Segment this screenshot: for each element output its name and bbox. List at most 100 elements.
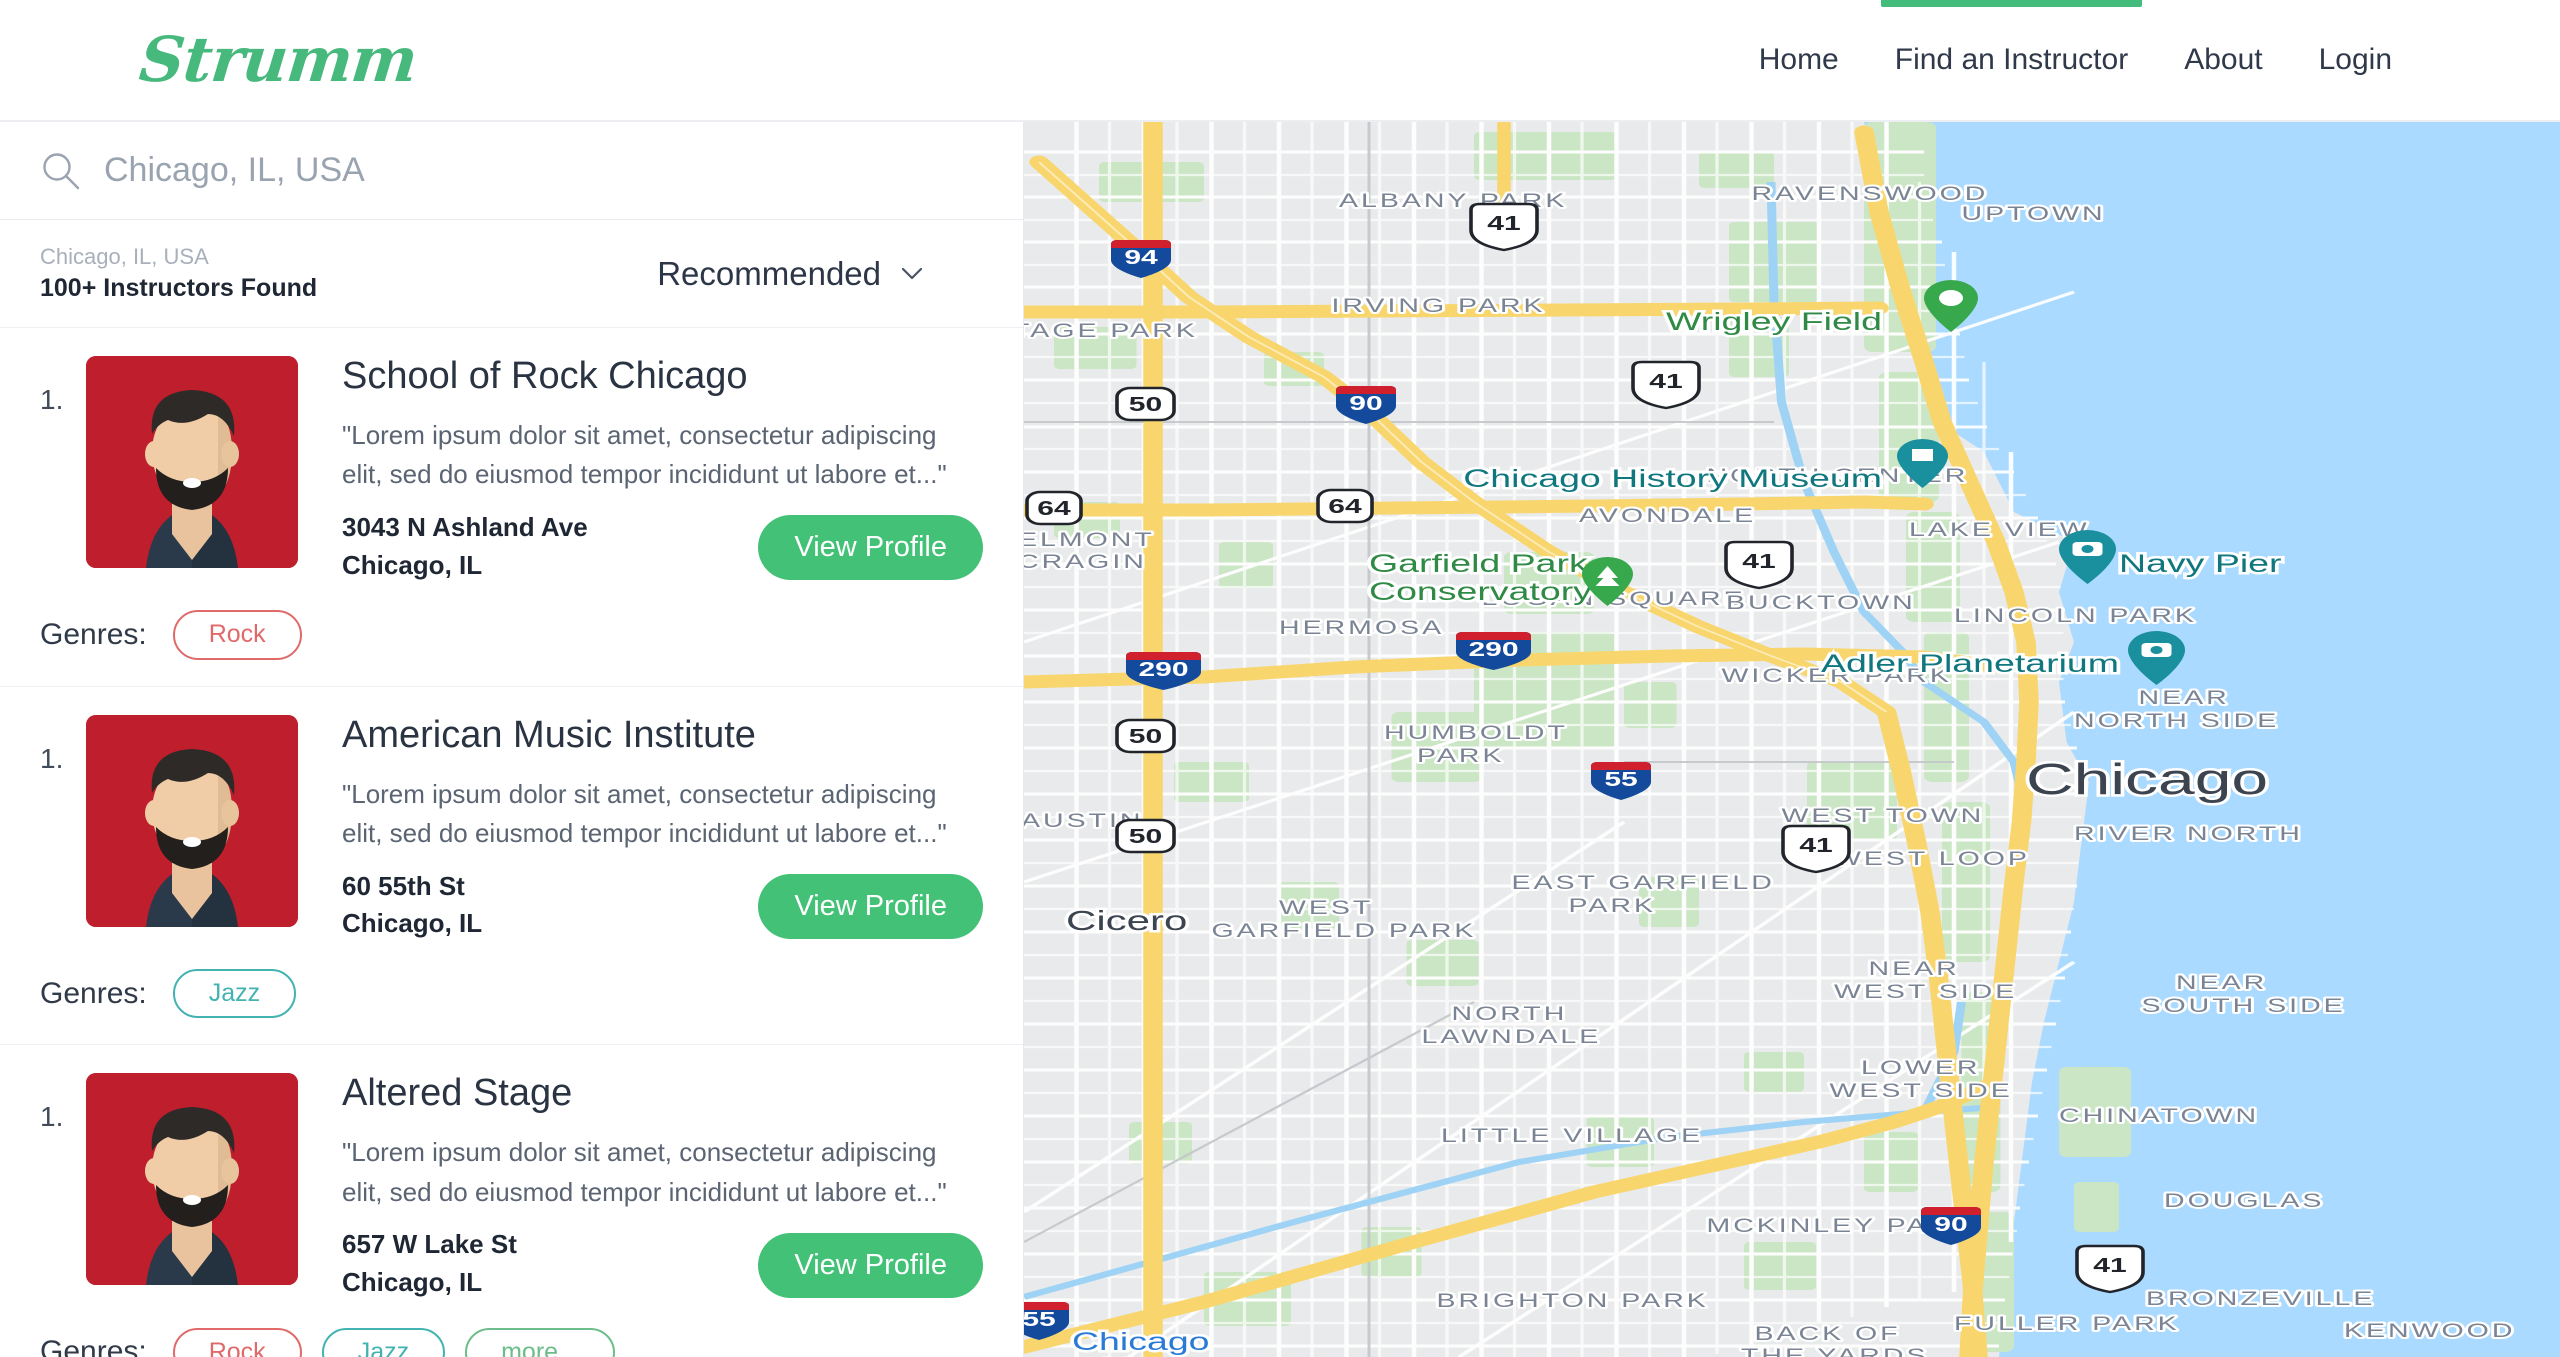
instructor-quote: "Lorem ipsum dolor sit amet, consectetur… xyxy=(342,778,947,849)
card-main: 1. xyxy=(0,714,1023,943)
map-poi-chicago-midway[interactable]: Chicago Midway xyxy=(1069,1324,1213,1357)
shield-il64-b: 64 xyxy=(1316,488,1374,524)
svg-text:WEST SIDE: WEST SIDE xyxy=(1830,1081,2013,1102)
instructor-result-card[interactable]: 1. xyxy=(0,1045,1023,1357)
result-rank: 1. xyxy=(40,384,64,415)
svg-text:Adler Planetarium: Adler Planetarium xyxy=(1821,649,2119,677)
genre-tag[interactable]: Jazz xyxy=(172,968,297,1019)
svg-text:Garfield Park: Garfield Park xyxy=(1369,549,1588,577)
svg-text:41: 41 xyxy=(2093,1255,2126,1277)
svg-text:41: 41 xyxy=(1487,213,1520,235)
svg-text:PARK: PARK xyxy=(1417,746,1504,767)
svg-text:SOUTH SIDE: SOUTH SIDE xyxy=(2142,996,2346,1017)
location-search-bar[interactable] xyxy=(0,122,1023,220)
svg-text:LINCOLN PARK: LINCOLN PARK xyxy=(1954,606,2197,627)
instructor-quote: "Lorem ipsum dolor sit amet, consectetur… xyxy=(342,419,947,490)
svg-text:50: 50 xyxy=(1129,726,1162,748)
svg-text:55: 55 xyxy=(1024,1309,1056,1331)
svg-text:50: 50 xyxy=(1129,826,1162,848)
svg-text:Cicero: Cicero xyxy=(1066,905,1187,936)
search-icon xyxy=(40,150,82,192)
instructor-name[interactable]: American Music Institute xyxy=(342,714,973,757)
svg-text:BRIGHTON PARK: BRIGHTON PARK xyxy=(1437,1291,1709,1312)
svg-text:WEST SIDE: WEST SIDE xyxy=(1834,982,2017,1003)
result-rank: 1. xyxy=(40,742,64,774)
svg-text:LOWER: LOWER xyxy=(1861,1058,1981,1079)
view-profile-button[interactable]: View Profile xyxy=(758,873,983,939)
app-root: Strumm Home Find an Instructor About Log… xyxy=(0,0,2560,1357)
shield-us41-c: 41 xyxy=(1724,540,1794,590)
svg-text:41: 41 xyxy=(1799,835,1832,857)
svg-text:NORTH SIDE: NORTH SIDE xyxy=(2074,711,2279,732)
results-summary-bar: Chicago, IL, USA 100+ Instructors Found … xyxy=(0,220,1023,328)
genres-label: Genres: xyxy=(40,976,147,1010)
genre-tag[interactable]: Jazz xyxy=(321,1327,446,1357)
svg-text:HUMBOLDT: HUMBOLDT xyxy=(1384,723,1568,744)
svg-text:NEAR: NEAR xyxy=(2139,688,2230,709)
instructor-name[interactable]: Altered Stage xyxy=(342,1073,973,1115)
svg-text:LAWNDALE: LAWNDALE xyxy=(1422,1027,1602,1048)
nav-item-login[interactable]: Login xyxy=(2291,0,2420,121)
instructor-name[interactable]: School of Rock Chicago xyxy=(342,355,973,398)
map-svg: ALBANY PARK RAVENSWOOD UPTOWN TAGE PARK … xyxy=(1024,122,2560,1357)
card-main: 1. xyxy=(0,355,1023,584)
genres-label: Genres: xyxy=(40,1335,147,1357)
svg-text:64: 64 xyxy=(1037,498,1071,520)
genre-tag[interactable]: Rock xyxy=(172,610,302,660)
svg-text:BUCKTOWN: BUCKTOWN xyxy=(1726,593,1916,614)
svg-text:Conservatory: Conservatory xyxy=(1369,577,1592,605)
svg-text:55: 55 xyxy=(1604,769,1637,791)
svg-text:DOUGLAS: DOUGLAS xyxy=(2164,1191,2324,1212)
svg-text:EAST GARFIELD: EAST GARFIELD xyxy=(1512,873,1775,894)
svg-text:RAVENSWOOD: RAVENSWOOD xyxy=(1752,184,1989,205)
search-input[interactable] xyxy=(104,151,983,190)
view-profile-button[interactable]: View Profile xyxy=(758,515,983,581)
genre-tag[interactable]: Rock xyxy=(172,1327,302,1357)
svg-text:BACK OF: BACK OF xyxy=(1755,1324,1901,1345)
svg-text:CRAGIN: CRAGIN xyxy=(1024,552,1147,573)
svg-text:TAGE PARK: TAGE PARK xyxy=(1024,321,1198,342)
shield-il64-a: 64 xyxy=(1025,490,1083,526)
svg-text:WEST: WEST xyxy=(1279,898,1373,919)
svg-text:41: 41 xyxy=(1742,551,1775,573)
svg-text:Wrigley Field: Wrigley Field xyxy=(1666,307,1882,335)
svg-text:90: 90 xyxy=(1349,393,1382,415)
map-canvas[interactable]: ALBANY PARK RAVENSWOOD UPTOWN TAGE PARK … xyxy=(1024,122,2560,1357)
svg-text:BRONZEVILLE: BRONZEVILLE xyxy=(2146,1289,2375,1310)
results-panel: Chicago, IL, USA 100+ Instructors Found … xyxy=(0,122,1024,1357)
card-body: Altered Stage "Lorem ipsum dolor sit ame… xyxy=(342,1073,983,1301)
svg-text:KENWOOD: KENWOOD xyxy=(2344,1321,2515,1342)
card-main: 1. xyxy=(0,1073,1023,1301)
svg-text:RIVER NORTH: RIVER NORTH xyxy=(2074,824,2303,845)
svg-text:IRVING PARK: IRVING PARK xyxy=(1332,296,1546,317)
results-summary-text: Chicago, IL, USA 100+ Instructors Found xyxy=(40,244,317,303)
svg-text:UPTOWN: UPTOWN xyxy=(1962,204,2106,225)
instructor-result-card[interactable]: 1. xyxy=(0,687,1023,1046)
shield-us50-a: 50 xyxy=(1115,386,1176,422)
svg-text:WEST TOWN: WEST TOWN xyxy=(1782,806,1985,827)
main-navigation: Home Find an Instructor About Login xyxy=(1731,0,2420,121)
shield-us50-c: 50 xyxy=(1115,818,1176,854)
genre-tag[interactable]: more... xyxy=(465,1327,615,1357)
svg-text:CHINATOWN: CHINATOWN xyxy=(2059,1106,2259,1127)
instructor-result-card[interactable]: 1. xyxy=(0,328,1023,687)
brand-logo[interactable]: Strumm xyxy=(136,23,420,96)
genres-row: Genres: Rock Jazz more... xyxy=(0,1302,1023,1357)
svg-text:FULLER PARK: FULLER PARK xyxy=(1954,1314,2180,1335)
svg-text:NEAR: NEAR xyxy=(1869,959,1960,980)
svg-text:NEAR: NEAR xyxy=(2176,973,2267,994)
shield-us41-e: 41 xyxy=(2075,1244,2145,1294)
svg-text:Chicago History Museum: Chicago History Museum xyxy=(1463,464,1882,492)
nav-item-about[interactable]: About xyxy=(2156,0,2290,121)
genres-row: Genres: Rock xyxy=(0,584,1023,686)
sort-dropdown[interactable]: Recommended xyxy=(657,255,923,293)
genres-row: Genres: Jazz xyxy=(0,943,1023,1045)
nav-item-home[interactable]: Home xyxy=(1731,0,1867,121)
avatar xyxy=(86,714,298,927)
svg-text:90: 90 xyxy=(1934,1214,1967,1236)
shield-us41-d: 41 xyxy=(1781,824,1851,874)
svg-text:HERMOSA: HERMOSA xyxy=(1279,618,1444,639)
avatar xyxy=(86,356,298,568)
nav-item-find-an-instructor[interactable]: Find an Instructor xyxy=(1867,0,2156,121)
view-profile-button[interactable]: View Profile xyxy=(758,1232,983,1298)
